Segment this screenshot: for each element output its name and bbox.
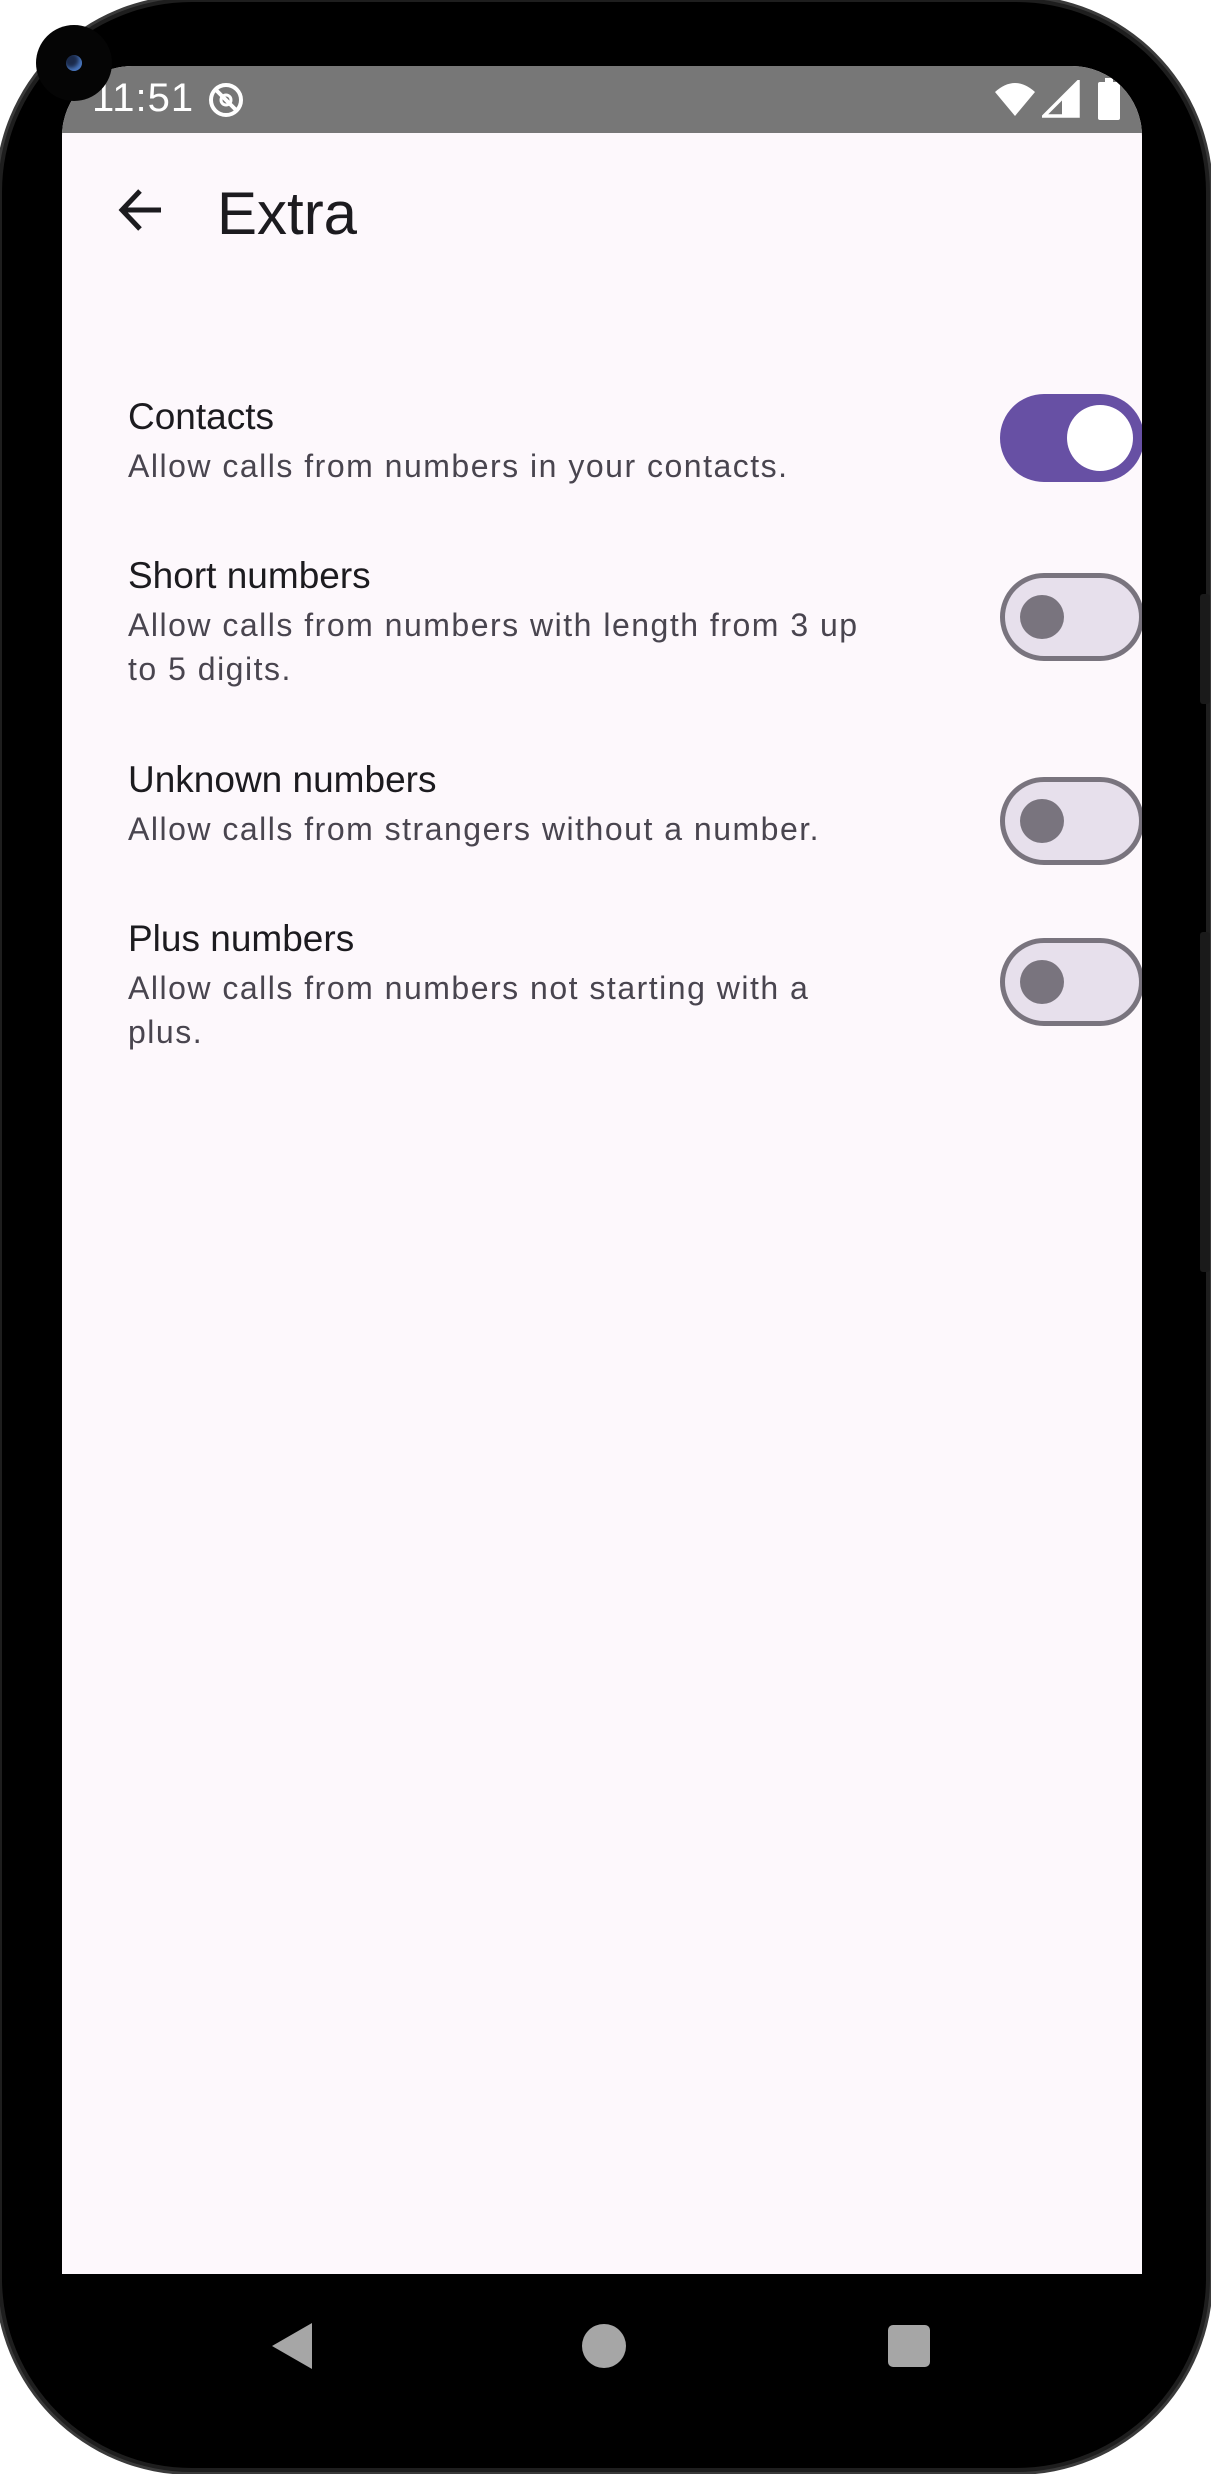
- back-button[interactable]: [100, 170, 180, 250]
- front-camera: [36, 25, 112, 101]
- nav-recents-icon[interactable]: [888, 2325, 930, 2367]
- switch-thumb: [1020, 960, 1064, 1004]
- switch-thumb: [1067, 405, 1133, 471]
- unknown-numbers-switch[interactable]: [1000, 777, 1142, 865]
- nav-back-icon[interactable]: [266, 2319, 316, 2373]
- plus-numbers-switch[interactable]: [1000, 938, 1142, 1026]
- setting-row-plus-numbers[interactable]: Plus numbers Allow calls from numbers no…: [128, 916, 1142, 1086]
- camera-lens: [66, 55, 82, 71]
- setting-description: Allow calls from numbers with length fro…: [128, 607, 859, 687]
- short-numbers-switch[interactable]: [1000, 573, 1142, 661]
- power-button: [1200, 932, 1210, 1272]
- screen: 11:51 Extra Contacts Allow calls from nu…: [62, 66, 1142, 2274]
- wifi-icon: [995, 83, 1035, 116]
- navigation-bar: [2, 2209, 1206, 2468]
- arrow-back-icon: [118, 189, 161, 231]
- setting-description: Allow calls from numbers not starting wi…: [128, 970, 810, 1050]
- cellular-signal-icon: [1042, 80, 1080, 118]
- switch-thumb: [1020, 799, 1064, 843]
- top-app-bar: Extra: [62, 133, 1142, 285]
- page-title: Extra: [217, 180, 358, 247]
- setting-row-short-numbers[interactable]: Short numbers Allow calls from numbers w…: [128, 553, 1142, 723]
- device-frame: 11:51 Extra Contacts Allow calls from nu…: [2, 2, 1210, 2468]
- contacts-switch[interactable]: [1000, 394, 1142, 482]
- do-not-disturb-icon: [209, 83, 243, 117]
- setting-row-unknown-numbers[interactable]: Unknown numbers Allow calls from strange…: [128, 757, 1142, 897]
- setting-title: Short numbers: [128, 555, 371, 596]
- setting-row-contacts[interactable]: Contacts Allow calls from numbers in you…: [128, 394, 1142, 564]
- nav-home-icon[interactable]: [582, 2324, 626, 2368]
- status-time: 11:51: [92, 76, 195, 120]
- status-bar: 11:51: [62, 66, 1142, 133]
- volume-button: [1200, 594, 1210, 704]
- setting-description: Allow calls from numbers in your contact…: [128, 448, 789, 484]
- battery-icon: [1098, 78, 1120, 120]
- setting-title: Plus numbers: [128, 918, 355, 959]
- setting-title: Unknown numbers: [128, 759, 437, 800]
- switch-thumb: [1020, 595, 1064, 639]
- setting-description: Allow calls from strangers without a num…: [128, 811, 821, 847]
- setting-title: Contacts: [128, 396, 275, 437]
